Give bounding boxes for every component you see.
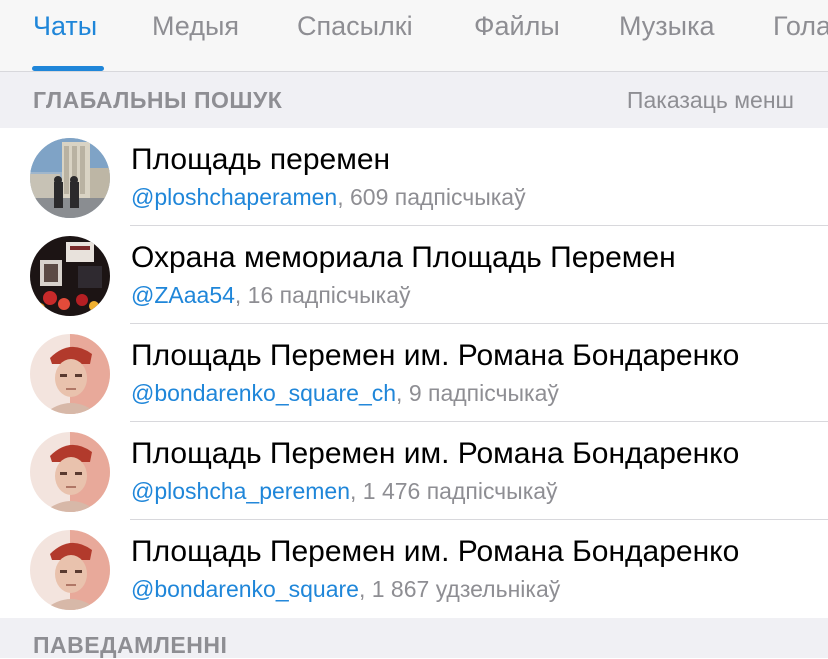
chat-title: Площадь Перемен им. Романа Бондаренко: [131, 535, 740, 568]
tab-chats[interactable]: Чаты: [33, 10, 97, 42]
global-search-header: ГЛАБАЛЬНЫ ПОШУК Паказаць менш: [0, 72, 828, 128]
search-results-list: Площадь перемен @ploshchaperamen, 609 па…: [0, 128, 828, 618]
chat-title: Площадь перемен: [131, 143, 391, 176]
portrait-avatar: [30, 432, 110, 512]
chat-subtitle: @bondarenko_square, 1 867 удзельнікаў: [131, 574, 560, 604]
member-count: , 1 867 удзельнікаў: [358, 576, 561, 602]
building-photo-avatar: [30, 138, 110, 218]
list-item[interactable]: Охрана мемориала Площадь Перемен @ZAaa54…: [0, 226, 828, 324]
chat-title: Площадь Перемен им. Романа Бондаренко: [131, 339, 740, 372]
tab-media[interactable]: Медыя: [152, 10, 239, 42]
memorial-photo-avatar: [30, 236, 110, 316]
list-item[interactable]: Площадь Перемен им. Романа Бондаренко @b…: [0, 520, 828, 618]
subscriber-count: , 9 падпісчыкаў: [396, 380, 559, 406]
list-item[interactable]: Площадь Перемен им. Романа Бондаренко @b…: [0, 324, 828, 422]
username-link[interactable]: @bondarenko_square: [131, 576, 359, 602]
messages-section-header: ПАВЕДАМЛЕННІ: [0, 618, 828, 658]
portrait-avatar: [30, 334, 110, 414]
chat-subtitle: @bondarenko_square_ch, 9 падпісчыкаў: [131, 378, 559, 408]
tab-music[interactable]: Музыка: [619, 10, 715, 42]
portrait-avatar: [30, 530, 110, 610]
chat-subtitle: @ZAaa54, 16 падпісчыкаў: [131, 280, 411, 310]
subscriber-count: , 609 падпісчыкаў: [337, 184, 526, 210]
section-title: ПАВЕДАМЛЕННІ: [33, 632, 228, 658]
tab-files[interactable]: Файлы: [474, 10, 560, 42]
username-link[interactable]: @bondarenko_square_ch: [131, 380, 396, 406]
subscriber-count: , 1 476 падпісчыкаў: [349, 478, 558, 504]
list-item[interactable]: Площадь перемен @ploshchaperamen, 609 па…: [0, 128, 828, 226]
active-tab-indicator: [32, 66, 104, 71]
subscriber-count: , 16 падпісчыкаў: [234, 282, 411, 308]
username-link[interactable]: @ploshcha_peremen: [131, 478, 350, 504]
chat-title: Площадь Перемен им. Романа Бондаренко: [131, 437, 740, 470]
show-less-button[interactable]: Паказаць менш: [627, 87, 794, 114]
tab-bar: Чаты Медыя Спасылкі Файлы Музыка Гола: [0, 0, 828, 72]
chat-title: Охрана мемориала Площадь Перемен: [131, 241, 676, 274]
username-link[interactable]: @ZAaa54: [131, 282, 235, 308]
chat-subtitle: @ploshcha_peremen, 1 476 падпісчыкаў: [131, 476, 558, 506]
tab-links[interactable]: Спасылкі: [297, 10, 413, 42]
username-link[interactable]: @ploshchaperamen: [131, 184, 337, 210]
list-item[interactable]: Площадь Перемен им. Романа Бондаренко @p…: [0, 422, 828, 520]
section-title: ГЛАБАЛЬНЫ ПОШУК: [33, 86, 283, 113]
chat-subtitle: @ploshchaperamen, 609 падпісчыкаў: [131, 182, 526, 212]
tab-voice[interactable]: Гола: [773, 10, 828, 42]
